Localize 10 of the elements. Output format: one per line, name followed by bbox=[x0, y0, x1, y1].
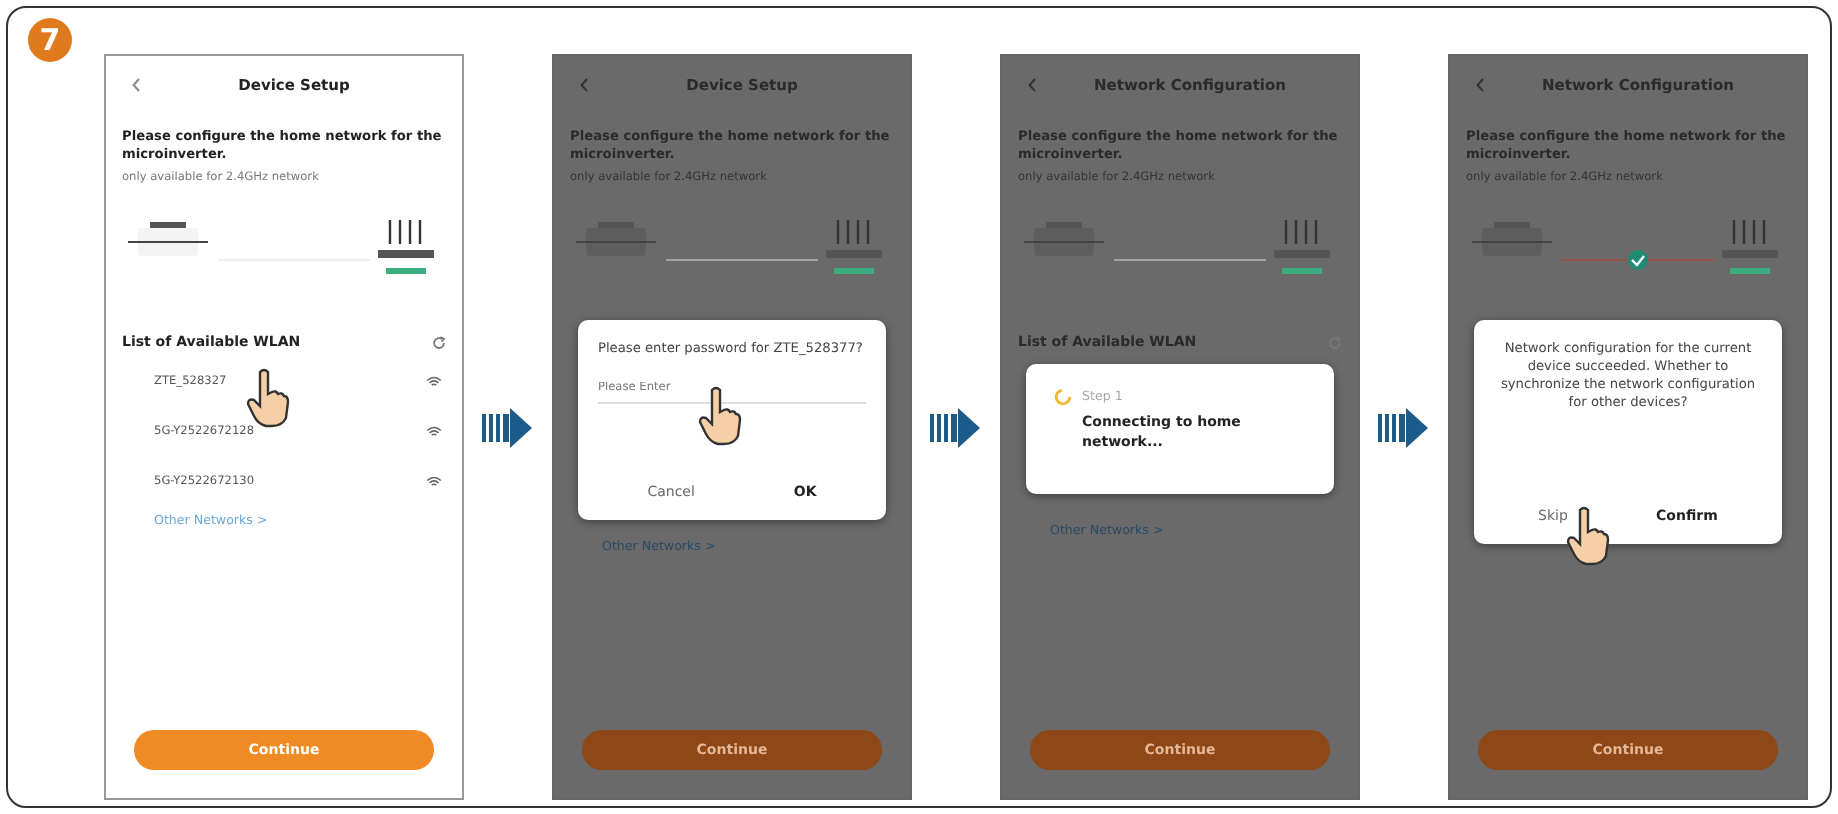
loading-spinner-icon bbox=[1054, 388, 1072, 406]
wifi-icon bbox=[426, 375, 442, 387]
pointing-hand-icon bbox=[246, 368, 290, 428]
wifi-icon bbox=[426, 425, 442, 437]
refresh-icon[interactable] bbox=[432, 335, 446, 349]
arrow-icon bbox=[482, 405, 534, 449]
step-badge: 7 bbox=[28, 18, 72, 62]
wifi-icon bbox=[426, 475, 442, 487]
arrow-icon bbox=[1378, 405, 1430, 449]
arrow-icon bbox=[930, 405, 982, 449]
